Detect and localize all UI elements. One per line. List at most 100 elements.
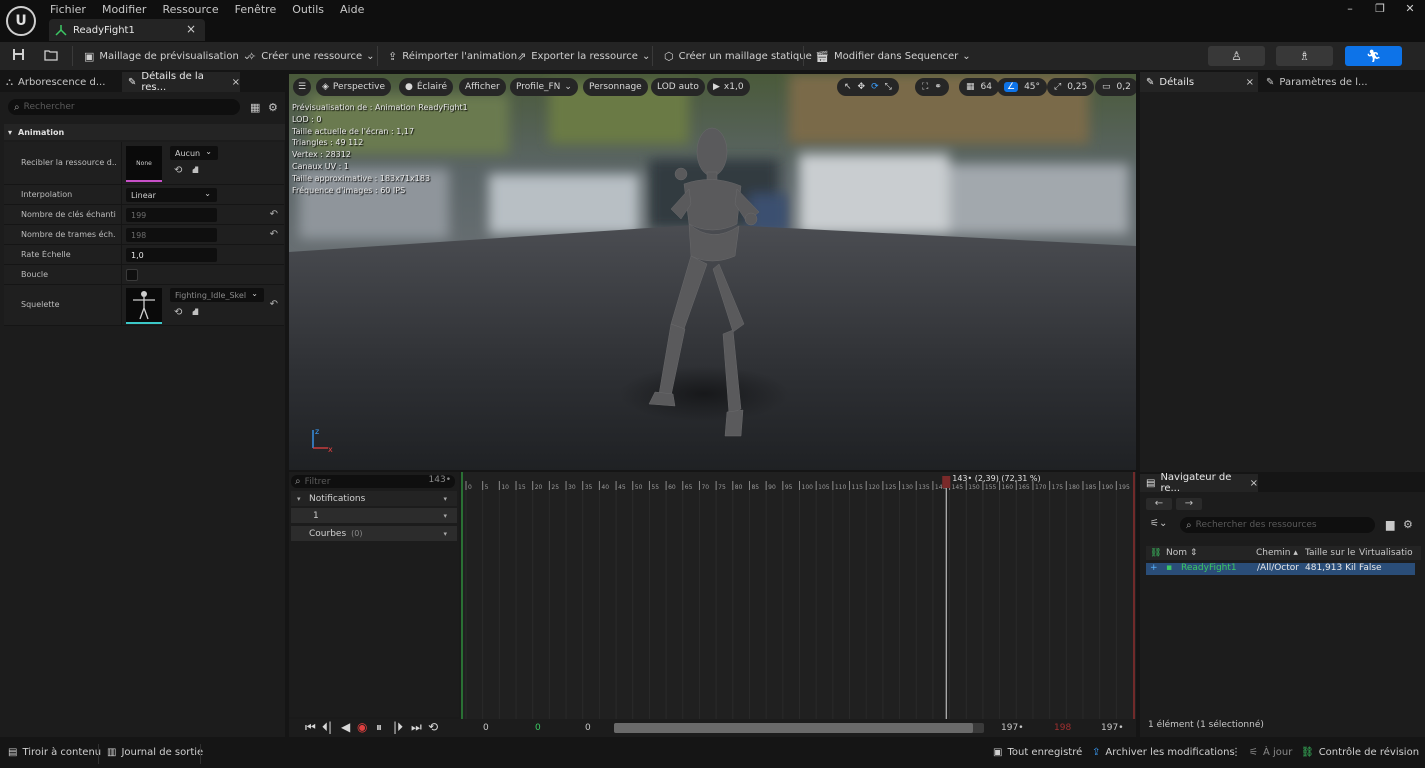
view-range-end[interactable]: 197• <box>1001 723 1024 733</box>
character-button[interactable]: Personnage <box>583 78 648 96</box>
track-notifications[interactable]: ▾ Notifications ▾ <box>291 491 457 506</box>
close-icon[interactable]: × <box>186 22 196 36</box>
restore-button[interactable]: ❐ <box>1365 0 1395 18</box>
rate-scale-field[interactable] <box>126 248 217 262</box>
world-local-icon[interactable]: ⛶ <box>922 82 928 92</box>
perspective-button[interactable]: ◈ Perspective <box>316 78 392 96</box>
reset-icon[interactable]: ↶ <box>270 229 278 240</box>
asset-search[interactable]: ⌕ <box>1180 517 1375 533</box>
settings-icon[interactable]: ⚙ <box>1403 518 1413 531</box>
skeleton-dropdown[interactable]: Fighting_Idle_Skel ⌄ <box>170 288 264 302</box>
jump-to-end-icon[interactable]: ⏭ <box>411 720 422 735</box>
column-disk-size[interactable]: Taille sur le <box>1305 548 1357 558</box>
menu-window[interactable]: Fenêtre <box>235 3 286 16</box>
scale-icon[interactable]: ⤡ <box>885 82 892 92</box>
table-view-icon[interactable]: ▦ <box>250 101 260 114</box>
tab-hierarchy[interactable]: ⛬ Arborescence d... <box>0 72 120 92</box>
browse-asset-icon[interactable]: ⛘ <box>192 165 199 178</box>
surface-snap-icon[interactable]: ⚭ <box>934 82 942 92</box>
edit-in-sequencer-button[interactable]: 🎬︎ Modifier dans Sequencer ⌄ <box>815 46 971 66</box>
play-reverse-icon[interactable]: ◀ <box>341 720 350 734</box>
camera-speed-group[interactable]: ▭ 0,2 <box>1095 78 1136 96</box>
close-icon[interactable]: × <box>1246 77 1254 88</box>
more-options-icon[interactable]: ⋮ <box>1231 747 1241 758</box>
track-notify-1[interactable]: 1 ▾ <box>291 508 457 523</box>
menu-edit[interactable]: Modifier <box>102 3 155 16</box>
play-range-end[interactable]: 198 <box>1054 723 1071 733</box>
retarget-asset-dropdown[interactable]: Aucun ⌄ <box>170 146 218 160</box>
play-range-start[interactable]: 0 <box>535 723 541 733</box>
unreal-logo[interactable]: U <box>6 6 36 36</box>
scale-snap-group[interactable]: ⤢ 0,25 <box>1047 78 1095 96</box>
create-static-mesh-button[interactable]: ⬡ Créer un maillage statique <box>664 46 812 66</box>
rotation-snap-group[interactable]: ∠ 45° <box>997 78 1048 96</box>
reimport-button[interactable]: ⇪ Réimporter l'animation <box>388 46 517 66</box>
minimize-button[interactable]: – <box>1335 0 1365 18</box>
lit-mode-button[interactable]: ● Éclairé <box>399 78 454 96</box>
animation-mode-button[interactable]: 🏃︎ <box>1345 46 1402 66</box>
rotate-icon[interactable]: ⟳ <box>871 82 879 92</box>
export-asset-button[interactable]: ⇗ Exporter la ressource ⌄ <box>517 46 650 66</box>
settings-icon[interactable]: ⚙ <box>268 101 278 114</box>
column-virtualized[interactable]: Virtualisatio <box>1359 548 1419 558</box>
show-button[interactable]: Afficher <box>459 78 506 96</box>
track-curves[interactable]: Courbes (0) ▾ <box>291 526 457 541</box>
menu-help[interactable]: Aide <box>340 3 373 16</box>
preview-mesh-button[interactable]: ▣ Maillage de prévisualisation ⌄ <box>84 46 251 66</box>
tab-asset-details[interactable]: ✎ Détails de la res... × <box>122 71 240 93</box>
filter-icon[interactable]: ⚟⌄ <box>1150 518 1167 529</box>
skeleton-mode-button[interactable]: ♙ <box>1208 46 1265 66</box>
jump-to-start-icon[interactable]: ⏮ <box>305 720 316 735</box>
browse-asset-icon[interactable]: ⛘ <box>192 307 199 320</box>
menu-asset[interactable]: Ressource <box>162 3 227 16</box>
tab-content-browser[interactable]: ▤ Navigateur de re... × <box>1140 472 1258 494</box>
tab-details[interactable]: ✎ Détails × <box>1140 72 1258 92</box>
reset-icon[interactable]: ↶ <box>270 299 278 310</box>
menu-tools[interactable]: Outils <box>292 3 333 16</box>
reset-icon[interactable]: ↶ <box>270 209 278 220</box>
back-button[interactable]: ← <box>1146 498 1172 510</box>
save-all-status[interactable]: ▣ Tout enregistré <box>993 747 1082 758</box>
track-filter[interactable]: ⌕ 143• <box>291 475 455 488</box>
range-start[interactable]: 0 <box>483 723 489 733</box>
document-tab[interactable]: ReadyFight1 × <box>49 19 205 41</box>
close-icon[interactable]: × <box>1250 478 1258 489</box>
output-log-button[interactable]: ▥ Journal de sortie <box>107 747 203 758</box>
create-asset-button[interactable]: ✧ Créer une ressource ⌄ <box>247 46 375 66</box>
timeline-grid[interactable]: 0 5 10 15 20 25 30 35 40 45 50 55 60 65 70 75 80 85 90 95 10… <box>461 472 1136 719</box>
lod-button[interactable]: LOD auto <box>651 78 705 96</box>
skeleton-thumbnail[interactable] <box>126 288 162 324</box>
loop-checkbox[interactable] <box>126 269 138 281</box>
next-frame-icon[interactable]: |⏵︎ <box>393 720 403 735</box>
browse-button[interactable] <box>44 46 63 66</box>
menu-file[interactable]: Fichier <box>50 3 95 16</box>
sync-status[interactable]: ⚟ À jour <box>1249 747 1292 758</box>
preview-viewport[interactable]: ☰ ◈ Perspective ● Éclairé Afficher Profile… <box>289 74 1136 470</box>
playhead-handle[interactable] <box>942 476 951 488</box>
animation-section-header[interactable]: ▾ Animation <box>4 124 285 140</box>
column-path[interactable]: Chemin ▴ <box>1256 548 1303 558</box>
asset-search-input[interactable] <box>1195 520 1366 530</box>
viewport-menu-button[interactable]: ☰ <box>293 78 311 96</box>
retarget-asset-thumbnail[interactable]: None <box>126 146 162 182</box>
details-search[interactable]: ⌕ <box>8 99 240 115</box>
timeline-scrollbar[interactable] <box>614 723 984 733</box>
record-icon[interactable]: ◉ <box>357 720 367 734</box>
pause-icon[interactable]: ⏸ <box>376 720 382 735</box>
mesh-mode-button[interactable]: ♗ <box>1276 46 1333 66</box>
close-window-button[interactable]: ✕ <box>1395 0 1425 18</box>
use-selected-icon[interactable]: ⟲ <box>174 165 182 176</box>
forward-button[interactable]: → <box>1176 498 1202 510</box>
use-selected-icon[interactable]: ⟲ <box>174 307 182 318</box>
grid-snap-group[interactable]: ▦ 64 <box>959 78 999 96</box>
translate-icon[interactable]: ✥ <box>858 82 866 92</box>
playback-speed-button[interactable]: ▶ x1,0 <box>707 78 750 96</box>
loop-icon[interactable]: ⟲ <box>428 720 438 734</box>
column-name[interactable]: Nom ⇕ <box>1166 548 1254 558</box>
scrollbar-thumb[interactable] <box>614 723 973 733</box>
content-drawer-button[interactable]: ▤ Tiroir à contenu <box>8 747 101 758</box>
range-end[interactable]: 197• <box>1101 723 1124 733</box>
view-range-start[interactable]: 0 <box>585 723 591 733</box>
select-icon[interactable]: ↖ <box>844 82 852 92</box>
interpolation-dropdown[interactable]: Linear ⌄ <box>126 188 217 202</box>
